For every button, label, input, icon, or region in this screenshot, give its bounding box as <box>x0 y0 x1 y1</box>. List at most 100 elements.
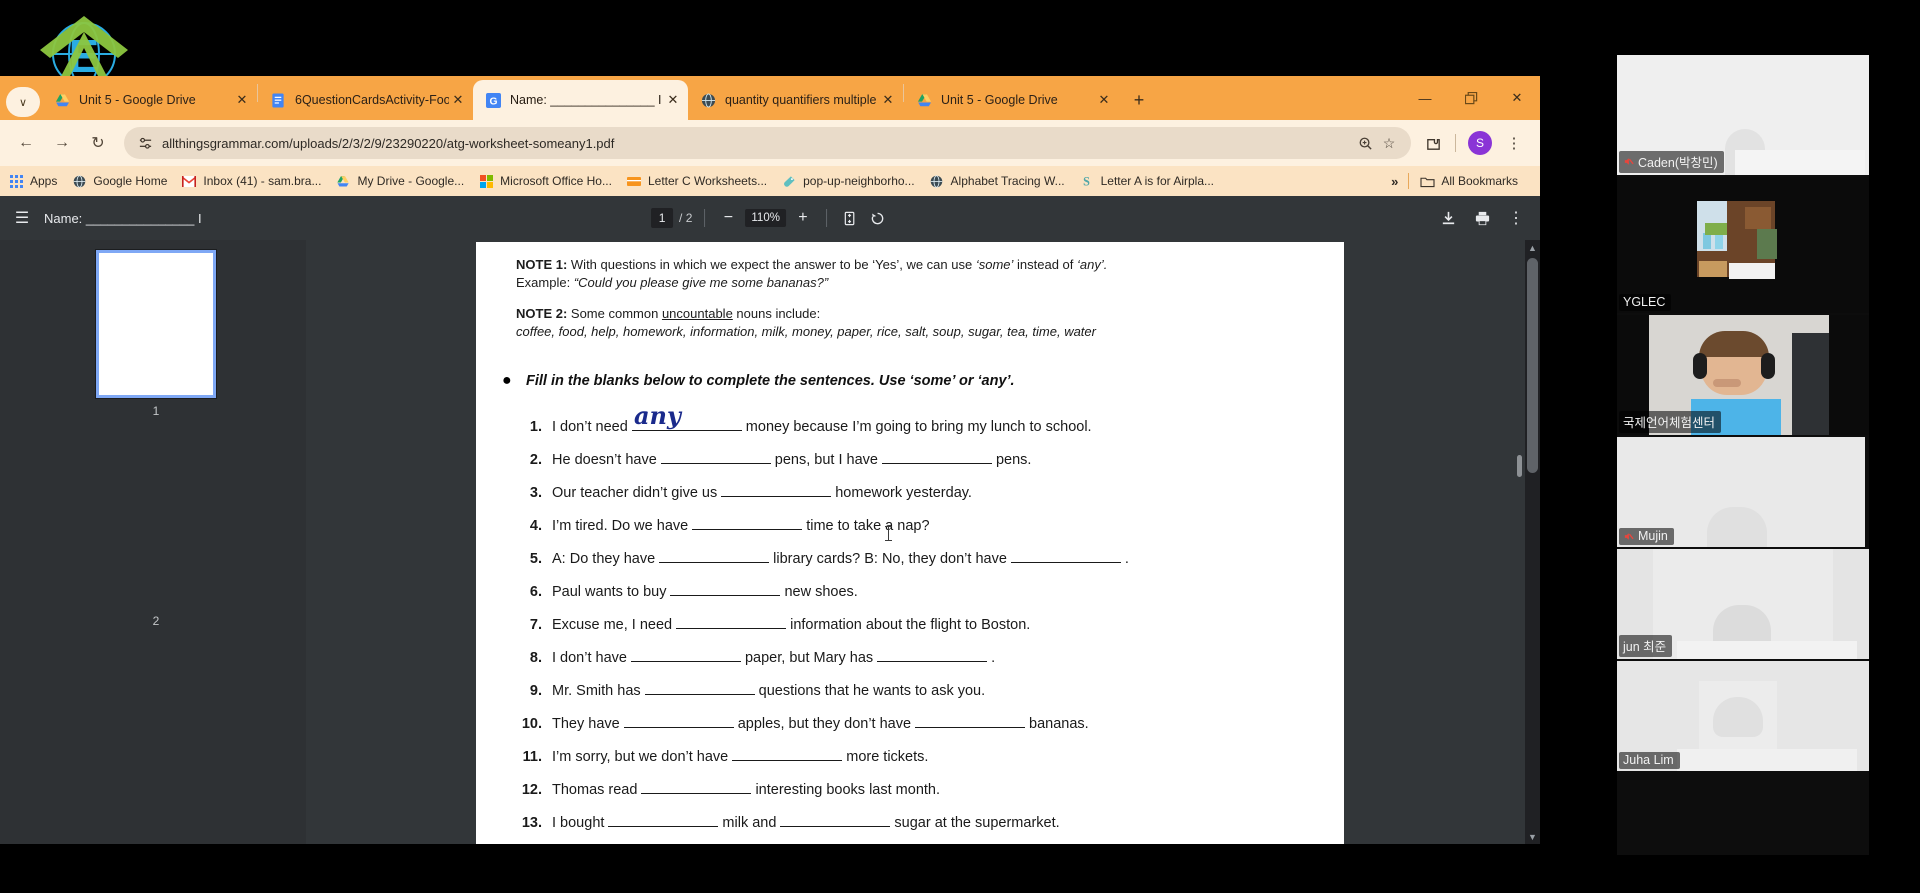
new-tab-button[interactable]: + <box>1125 86 1153 114</box>
answer-blank[interactable] <box>1010 562 1121 563</box>
close-icon[interactable]: ✕ <box>449 91 467 109</box>
answer-blank[interactable] <box>608 826 719 827</box>
answer-blank[interactable] <box>721 496 832 497</box>
close-icon[interactable]: ✕ <box>233 91 251 109</box>
tab-pdf-worksheet[interactable]: G Name: _______________ I ✕ <box>473 80 688 120</box>
close-icon[interactable]: ✕ <box>664 91 682 109</box>
question-12: 12. Thomas read interesting books last m… <box>516 774 1304 807</box>
question-text-b: new shoes. <box>784 584 858 600</box>
print-icon[interactable] <box>1468 204 1496 232</box>
bookmarks-overflow-button[interactable]: » <box>1391 174 1398 189</box>
avatar[interactable]: S <box>1468 131 1492 155</box>
zoom-in-icon[interactable] <box>1353 136 1377 151</box>
tab-unit5-drive-1[interactable]: Unit 5 - Google Drive ✕ <box>42 80 257 120</box>
answer-blank[interactable] <box>660 463 771 464</box>
document-pane[interactable]: NOTE 1: With questions in which we expec… <box>306 240 1540 844</box>
url-text: allthingsgrammar.com/uploads/2/3/2/9/232… <box>162 135 615 151</box>
vertical-scrollbar[interactable]: ▲ ▼ <box>1525 240 1540 844</box>
thumbnail-page-1[interactable] <box>96 250 216 398</box>
question-list: 1. I don’t need money because I’m going … <box>516 401 1304 840</box>
answer-blank[interactable] <box>623 727 734 728</box>
video-tile-juha-lim[interactable]: Juha Lim <box>1617 661 1869 771</box>
scroll-up-arrow-icon[interactable]: ▲ <box>1525 240 1540 255</box>
close-icon[interactable]: ✕ <box>879 91 897 109</box>
tab-quantity-quantifiers[interactable]: quantity quantifiers multiple ch ✕ <box>688 80 903 120</box>
video-tile-mujin[interactable]: Mujin <box>1617 437 1869 547</box>
video-tile-jun[interactable]: jun 최준 <box>1617 549 1869 659</box>
kebab-menu-icon[interactable]: ⋮ <box>1498 127 1530 159</box>
bookmark-google-home[interactable]: Google Home <box>71 173 167 189</box>
video-tile-caden[interactable]: Caden(박창민) <box>1617 55 1869 175</box>
answer-blank[interactable] <box>644 694 755 695</box>
scroll-down-arrow-icon[interactable]: ▼ <box>1525 829 1540 844</box>
bookmark-my-drive[interactable]: My Drive - Google... <box>335 173 464 189</box>
answer-blank[interactable] <box>641 793 752 794</box>
scrollbar-thumb[interactable] <box>1527 258 1538 473</box>
answer-blank[interactable] <box>881 463 992 464</box>
answer-blank[interactable] <box>780 826 891 827</box>
note-2-underlined: uncountable <box>661 306 733 321</box>
reload-button[interactable]: ↻ <box>82 127 114 159</box>
answer-blank[interactable] <box>630 661 741 662</box>
pdf-toolbar-center: 1 / 2 − 110% + <box>651 207 889 229</box>
bookmark-inbox[interactable]: Inbox (41) - sam.bra... <box>181 173 321 189</box>
tab-unit5-drive-2[interactable]: Unit 5 - Google Drive ✕ <box>904 80 1119 120</box>
question-text-a: I’m sorry, but we don’t have <box>552 749 729 765</box>
zoom-out-button[interactable]: − <box>717 207 739 229</box>
question-3: 3. Our teacher didn’t give us homework y… <box>516 477 1304 510</box>
question-text-c: sugar at the supermarket. <box>894 815 1060 831</box>
video-tile-instructor[interactable]: 국제언어체험센터 <box>1617 315 1869 435</box>
toolbar-separator <box>1455 134 1456 152</box>
note-1-any: ‘any’. <box>1077 257 1108 272</box>
bookmark-apps[interactable]: Apps <box>8 173 57 189</box>
bookmark-star-icon[interactable]: ☆ <box>1377 135 1401 152</box>
answer-blank[interactable] <box>732 760 843 761</box>
question-text-a: I’m tired. Do we have <box>552 518 689 534</box>
answer-blank[interactable] <box>659 562 770 563</box>
question-text-b: money because I’m going to bring my lunc… <box>745 419 1092 435</box>
rotate-icon[interactable] <box>867 207 889 229</box>
minimize-button[interactable]: — <box>1402 76 1448 120</box>
tab-6questioncards[interactable]: 6QuestionCardsActivity-Food.d ✕ <box>258 80 473 120</box>
pdf-body: 1 2 NOTE 1: With questions in which we e… <box>0 240 1540 844</box>
separator <box>704 209 706 227</box>
forward-button[interactable]: → <box>46 127 78 159</box>
instruction-text: Fill in the blanks below to complete the… <box>526 373 1015 389</box>
example-label: Example: <box>516 275 574 290</box>
address-bar[interactable]: allthingsgrammar.com/uploads/2/3/2/9/232… <box>124 127 1411 159</box>
extensions-icon[interactable] <box>1417 127 1449 159</box>
maximize-button[interactable] <box>1448 76 1494 120</box>
close-button[interactable]: ✕ <box>1494 76 1540 120</box>
question-text-c: . <box>991 650 996 666</box>
back-button[interactable]: ← <box>10 127 42 159</box>
answer-blank[interactable] <box>915 727 1026 728</box>
page-number-input[interactable]: 1 <box>651 208 674 228</box>
download-icon[interactable] <box>1434 204 1462 232</box>
note-1: NOTE 1: With questions in which we expec… <box>516 256 1304 274</box>
answer-blank[interactable] <box>676 628 787 629</box>
bookmark-label: pop-up-neighborho... <box>803 174 915 188</box>
answer-blank[interactable] <box>877 661 988 662</box>
fit-page-icon[interactable] <box>839 207 861 229</box>
bookmark-alphabet-tracing[interactable]: Alphabet Tracing W... <box>929 173 1065 189</box>
kebab-menu-icon[interactable]: ⋮ <box>1502 204 1530 232</box>
bookmark-microsoft-office[interactable]: Microsoft Office Ho... <box>478 173 612 189</box>
note-1-label: NOTE 1: <box>516 257 568 272</box>
note-1-mid: instead of <box>1013 257 1078 272</box>
question-text-b: information about the flight to Boston. <box>790 617 1031 633</box>
bookmark-label: Inbox (41) - sam.bra... <box>203 174 322 188</box>
answer-blank[interactable] <box>670 595 781 596</box>
answer-blank[interactable] <box>692 529 803 530</box>
tab-search-button[interactable]: ∨ <box>6 87 40 117</box>
sidebar-drag-handle[interactable] <box>1517 455 1522 477</box>
zoom-in-button[interactable]: + <box>792 207 814 229</box>
page-info-icon[interactable] <box>134 132 156 154</box>
bookmark-letter-a-airplane[interactable]: S Letter A is for Airpla... <box>1079 173 1214 189</box>
video-tile-yglec[interactable]: YGLEC <box>1617 177 1869 313</box>
close-icon[interactable]: ✕ <box>1095 91 1113 109</box>
hamburger-icon[interactable]: ☰ <box>0 208 44 228</box>
bookmark-popup-neighborhood[interactable]: pop-up-neighborho... <box>781 173 915 189</box>
bookmark-letter-c-worksheets[interactable]: Letter C Worksheets... <box>626 173 767 189</box>
all-bookmarks-button[interactable]: All Bookmarks <box>1419 173 1518 189</box>
note-2-noun-list: coffee, food, help, homework, informatio… <box>516 324 1096 339</box>
